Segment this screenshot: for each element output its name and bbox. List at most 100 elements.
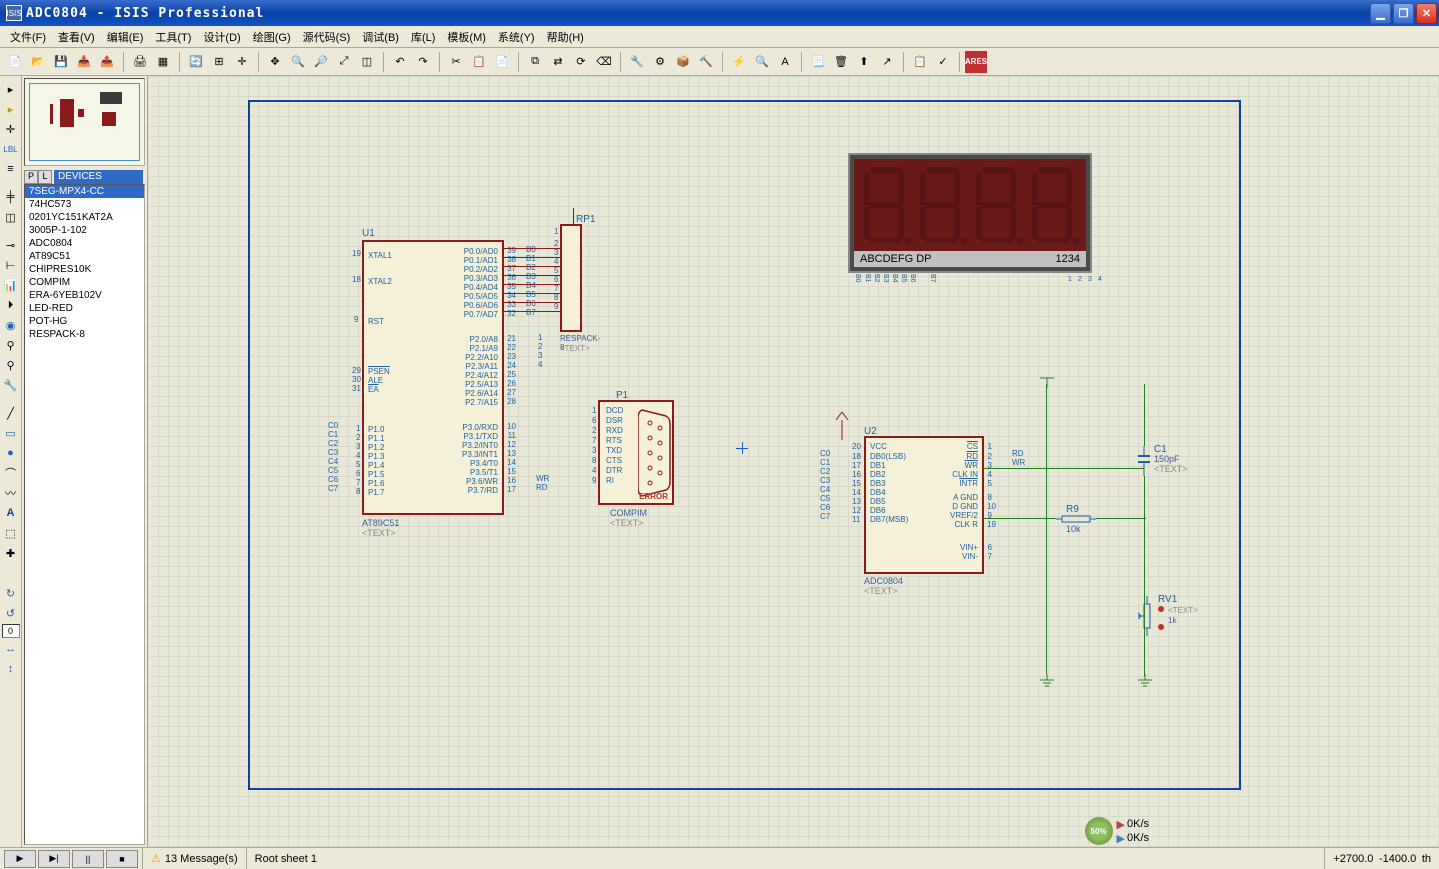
device-item[interactable]: 74HC573 <box>25 198 144 211</box>
box-tool-icon[interactable]: ▭ <box>2 424 20 442</box>
menu-edit[interactable]: 编辑(E) <box>101 27 150 47</box>
make-icon[interactable]: ⚙ <box>649 51 671 73</box>
status-messages[interactable]: ⚠ 13 Message(s) <box>142 848 246 869</box>
overview[interactable] <box>24 78 145 166</box>
zoom-area-icon[interactable]: ◫ <box>356 51 378 73</box>
paste-icon[interactable]: 📄 <box>491 51 513 73</box>
rotate-cw-icon[interactable]: ↻ <box>2 584 20 602</box>
del-sheet-icon[interactable]: 🗑 <box>830 51 852 73</box>
device-item[interactable]: AT89C51 <box>25 250 144 263</box>
maximize-button[interactable]: ❐ <box>1393 3 1414 24</box>
refresh-icon[interactable]: 🔄 <box>185 51 207 73</box>
device-item[interactable]: RESPACK-8 <box>25 328 144 341</box>
menu-template[interactable]: 模板(M) <box>441 27 492 47</box>
label-tool-icon[interactable]: LBL <box>2 140 20 158</box>
device-item[interactable]: LED-RED <box>25 302 144 315</box>
undo-icon[interactable]: ↶ <box>389 51 411 73</box>
device-item[interactable]: POT-HG <box>25 315 144 328</box>
component-tool-icon[interactable]: ▸ <box>2 100 20 118</box>
device-item[interactable]: 0201YC151KAT2A <box>25 211 144 224</box>
rotate-ccw-icon[interactable]: ↺ <box>2 604 20 622</box>
bom-icon[interactable]: 📋 <box>909 51 931 73</box>
text2d-tool-icon[interactable]: A <box>2 504 20 522</box>
new-sheet-icon[interactable]: 📃 <box>807 51 829 73</box>
probe-i-tool-icon[interactable]: ⚲ <box>2 356 20 374</box>
arc-tool-icon[interactable]: ⌒ <box>2 464 20 482</box>
device-item[interactable]: COMPIM <box>25 276 144 289</box>
import-icon[interactable]: 📥 <box>73 51 95 73</box>
component-r9[interactable]: R9 10k <box>1056 514 1096 527</box>
block-copy-icon[interactable]: ⧉ <box>524 51 546 73</box>
ares-icon[interactable]: ARES <box>965 51 987 73</box>
block-move-icon[interactable]: ⇄ <box>547 51 569 73</box>
erc-icon[interactable]: ✓ <box>932 51 954 73</box>
bus-tool-icon[interactable]: ╪ <box>2 188 20 206</box>
generator-tool-icon[interactable]: ◉ <box>2 316 20 334</box>
minimize-button[interactable]: ▁ <box>1370 3 1391 24</box>
menu-view[interactable]: 查看(V) <box>52 27 101 47</box>
zoom-all-icon[interactable]: ⤢ <box>333 51 355 73</box>
component-u1[interactable]: U1 XTAL119 XTAL218 RST9 PSEN29 ALE30 EA3… <box>362 240 504 515</box>
menu-library[interactable]: 库(L) <box>405 27 441 47</box>
power-vcc[interactable] <box>1040 372 1054 391</box>
menu-source[interactable]: 源代码(S) <box>297 27 357 47</box>
pin-tool-icon[interactable]: ⊢ <box>2 256 20 274</box>
component-7seg[interactable]: ABCDEFG DP 1234 <box>848 153 1092 273</box>
component-c1[interactable]: C1 150pF <TEXT> <box>1136 446 1152 479</box>
device-list[interactable]: 7SEG-MPX4-CC 74HC573 0201YC151KAT2A 3005… <box>24 184 145 845</box>
device-item[interactable]: 7SEG-MPX4-CC <box>25 185 144 198</box>
marker-tool-icon[interactable]: ✚ <box>2 544 20 562</box>
symbol-tool-icon[interactable]: ⬚ <box>2 524 20 542</box>
component-u2[interactable]: U2 20VCC 18DB0(LSB) 17DB1 16DB2 15DB3 14… <box>864 436 984 574</box>
ground-icon[interactable] <box>1138 674 1152 691</box>
sim-play-button[interactable]: ▶ <box>4 850 36 868</box>
line-tool-icon[interactable]: ╱ <box>2 404 20 422</box>
panel-tab-l[interactable]: L <box>38 170 52 184</box>
path-tool-icon[interactable]: 〰 <box>2 484 20 502</box>
close-button[interactable]: ✕ <box>1416 3 1437 24</box>
menu-graphics[interactable]: 绘图(G) <box>247 27 297 47</box>
area-icon[interactable]: ▦ <box>152 51 174 73</box>
text-tool-icon[interactable]: ≡ <box>2 160 20 178</box>
subcircuit-tool-icon[interactable]: ◫ <box>2 208 20 226</box>
ground-icon[interactable] <box>1040 674 1054 691</box>
export-icon[interactable]: 📤 <box>96 51 118 73</box>
menu-system[interactable]: 系统(Y) <box>492 27 541 47</box>
device-item[interactable]: CHIPRES10K <box>25 263 144 276</box>
terminal-tool-icon[interactable]: ⊸ <box>2 236 20 254</box>
menu-help[interactable]: 帮助(H) <box>541 27 590 47</box>
tape-tool-icon[interactable]: ⏵ <box>2 296 20 314</box>
origin-icon[interactable]: ✛ <box>231 51 253 73</box>
select-tool-icon[interactable]: ▸ <box>2 80 20 98</box>
panel-tab-p[interactable]: P <box>24 170 38 184</box>
new-icon[interactable]: 📄 <box>4 51 26 73</box>
rotation-input[interactable] <box>2 624 20 638</box>
goto-sheet-icon[interactable]: ↗ <box>876 51 898 73</box>
decompose-icon[interactable]: 🔨 <box>695 51 717 73</box>
property-icon[interactable]: A <box>774 51 796 73</box>
zoom-in-icon[interactable]: 🔍 <box>287 51 309 73</box>
probe-v-tool-icon[interactable]: ⚲ <box>2 336 20 354</box>
grid-icon[interactable]: ⊞ <box>208 51 230 73</box>
sim-pause-button[interactable]: || <box>72 850 104 868</box>
copy-icon[interactable]: 📋 <box>468 51 490 73</box>
menu-tools[interactable]: 工具(T) <box>149 27 197 47</box>
flip-v-icon[interactable]: ↕ <box>2 660 20 678</box>
wire-auto-icon[interactable]: ⚡ <box>728 51 750 73</box>
print-icon[interactable]: 🖨 <box>129 51 151 73</box>
redo-icon[interactable]: ↷ <box>412 51 434 73</box>
instrument-tool-icon[interactable]: 🔧 <box>2 376 20 394</box>
pan-icon[interactable]: ✥ <box>264 51 286 73</box>
component-rv1[interactable]: RV1 <TEXT> 1k <box>1138 596 1156 639</box>
sim-step-button[interactable]: ▶| <box>38 850 70 868</box>
device-item[interactable]: ADC0804 <box>25 237 144 250</box>
canvas-area[interactable]: U1 XTAL119 XTAL218 RST9 PSEN29 ALE30 EA3… <box>148 76 1439 847</box>
menu-debug[interactable]: 调试(B) <box>356 27 405 47</box>
package-icon[interactable]: 📦 <box>672 51 694 73</box>
component-rp1[interactable]: RP1 1 2 3 4 5 6 7 8 9 RESPACK-8 <TEXT> <box>560 224 582 332</box>
save-icon[interactable]: 💾 <box>50 51 72 73</box>
cut-icon[interactable]: ✂ <box>445 51 467 73</box>
flip-h-icon[interactable]: ↔ <box>2 640 20 658</box>
open-icon[interactable]: 📂 <box>27 51 49 73</box>
block-delete-icon[interactable]: ⌫ <box>593 51 615 73</box>
